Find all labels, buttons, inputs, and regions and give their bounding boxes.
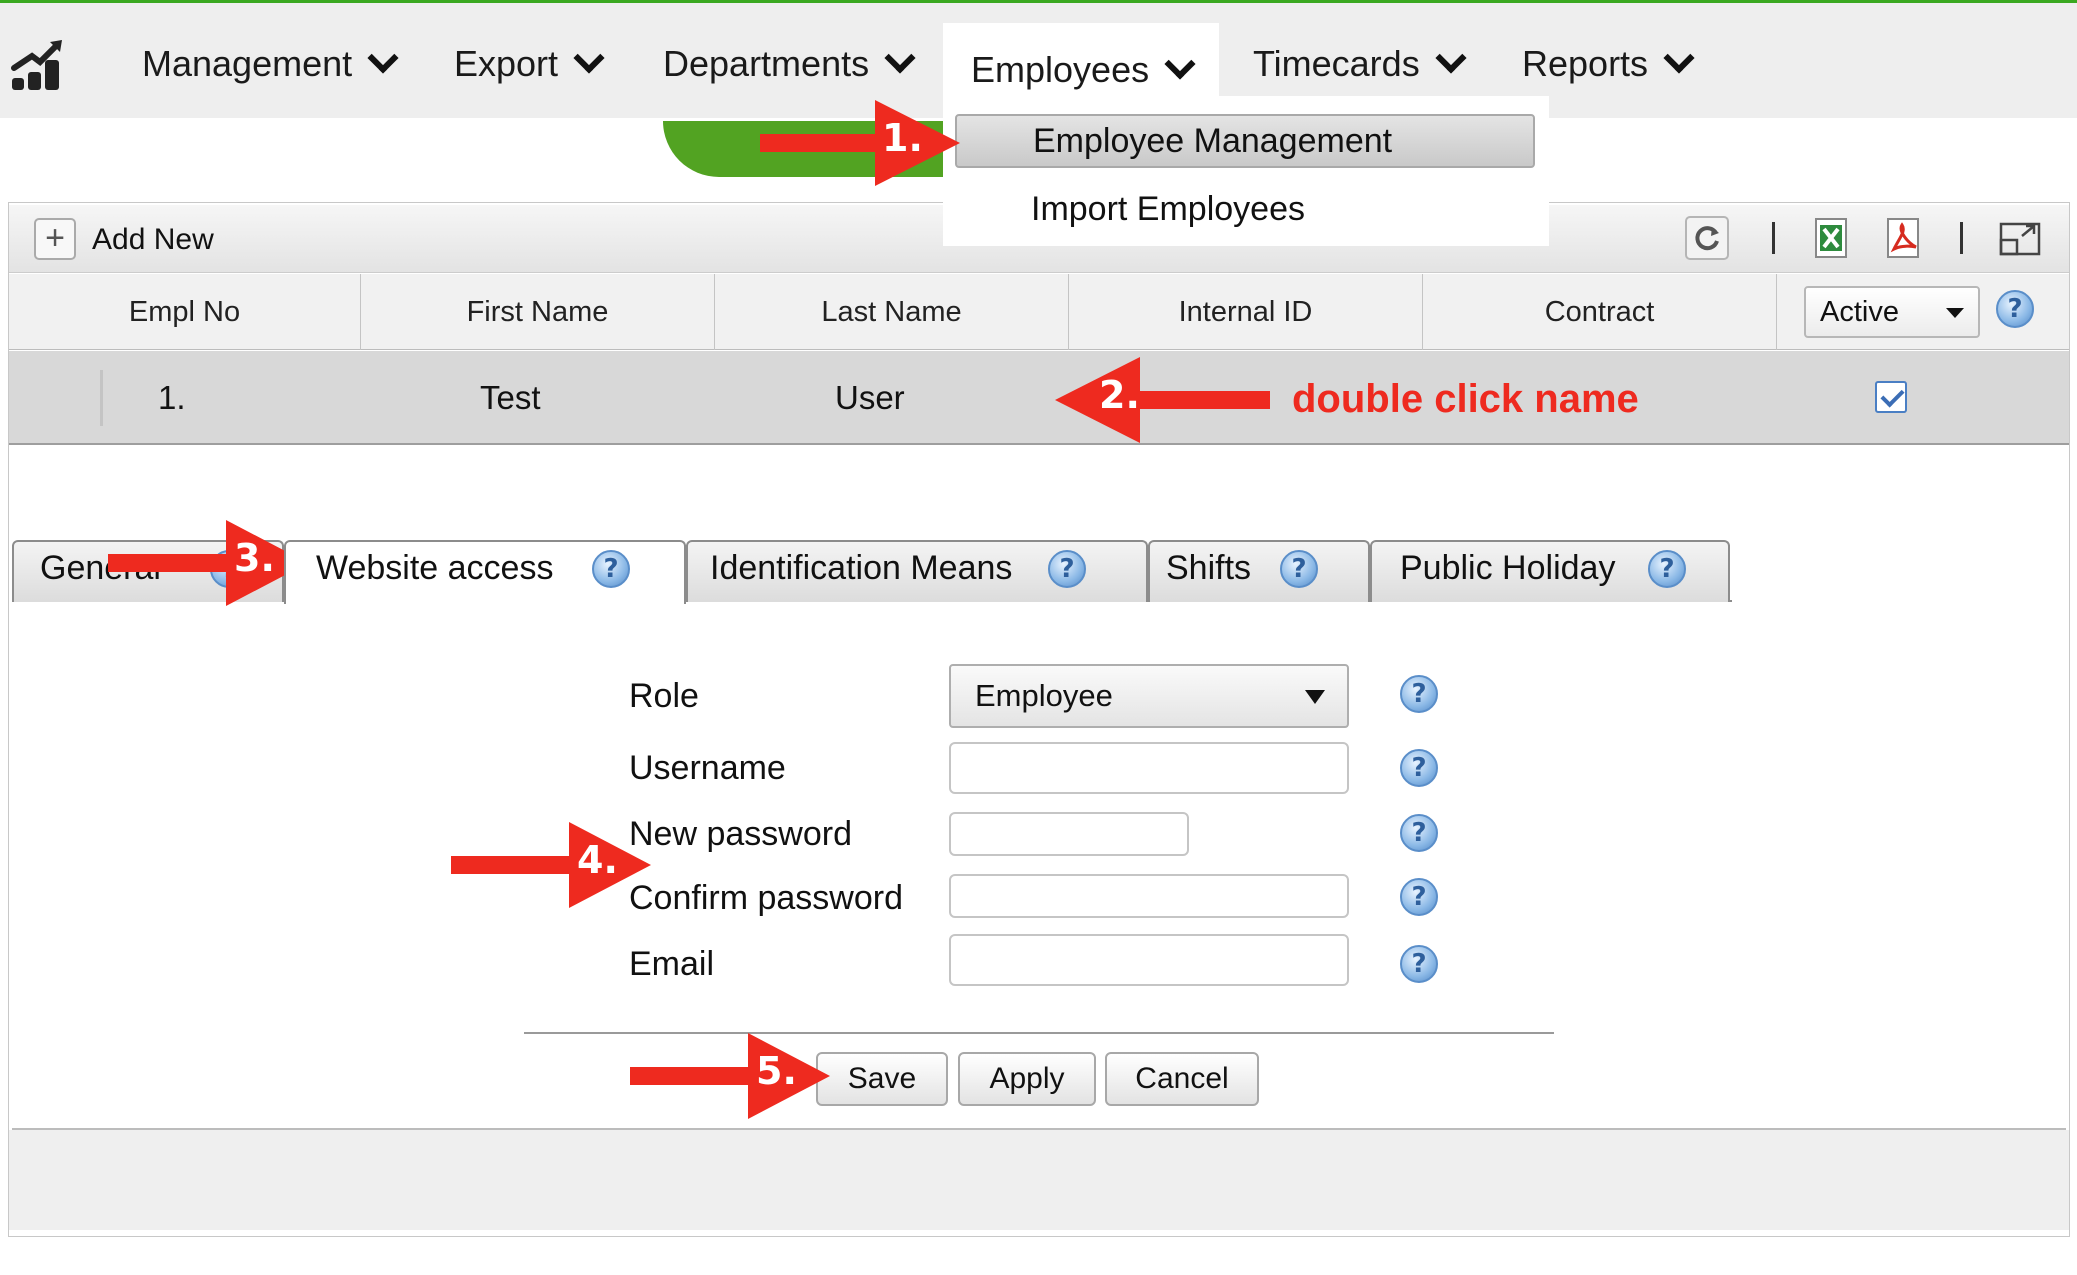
help-icon[interactable]: ? [1400,749,1438,787]
annotation-number: 1. [882,116,923,160]
chevron-down-icon [1663,42,1695,74]
role-label: Role [629,677,699,715]
help-icon[interactable]: ? [1400,878,1438,916]
add-icon[interactable]: + [34,218,76,260]
active-filter-select[interactable]: Active [1804,286,1980,338]
cell-last-name[interactable]: User [835,351,905,445]
panel-footer [9,1130,2069,1230]
active-checkbox[interactable] [1875,381,1907,413]
chevron-down-icon [884,42,916,74]
annotation-number: 3. [234,536,275,580]
nav-management[interactable]: Management [142,24,399,104]
save-button[interactable]: Save [816,1052,948,1106]
tab-website-access[interactable]: Website access? [284,540,686,604]
nav-label: Timecards [1253,43,1420,84]
tab-shifts[interactable]: Shifts? [1148,540,1370,602]
annotation-number: 5. [756,1049,797,1093]
toolbar-separator [1960,222,1963,254]
table-row[interactable] [9,351,2069,445]
annotation-arrow-3: 3. [108,520,308,606]
column-header-last-name[interactable]: Last Name [715,274,1069,350]
nav-label: Reports [1522,43,1649,84]
new-password-label: New password [629,815,852,853]
refresh-icon[interactable] [1685,216,1729,260]
help-icon[interactable]: ? [1280,550,1318,588]
tab-identification-means[interactable]: Identification Means? [686,540,1148,602]
column-header-internal-id[interactable]: Internal ID [1069,274,1423,350]
chevron-down-icon [367,42,399,74]
chevron-down-icon [573,42,605,74]
annotation-arrow-2: 2. [1055,357,1270,443]
column-header-first-name[interactable]: First Name [361,274,715,350]
nav-label: Export [454,43,559,84]
annotation-number: 2. [1099,373,1140,417]
tab-label: Identification Means [710,549,1013,587]
menu-item-employee-management[interactable]: Employee Management [955,114,1535,168]
cell-first-name[interactable]: Test [480,351,541,445]
confirm-password-input[interactable] [949,874,1349,918]
cell-empl-no: 1. [158,379,186,416]
menu-item-import-employees[interactable]: Import Employees [1031,184,1305,234]
toolbar-separator [1772,222,1775,254]
app-logo-icon[interactable] [10,38,68,94]
tab-public-holiday[interactable]: Public Holiday? [1370,540,1730,602]
expand-icon[interactable] [1998,216,2042,260]
help-icon[interactable]: ? [1400,945,1438,983]
annotation-arrow-1: 1. [760,100,960,186]
chevron-down-icon [1435,42,1467,74]
help-icon[interactable]: ? [1400,814,1438,852]
excel-export-icon[interactable] [1810,216,1854,260]
help-icon[interactable]: ? [1400,675,1438,713]
help-icon[interactable]: ? [1648,550,1686,588]
active-filter-value: Active [1820,296,1899,328]
nav-label: Departments [663,43,870,84]
cancel-button[interactable]: Cancel [1105,1052,1259,1106]
apply-button[interactable]: Apply [958,1052,1096,1106]
username-input[interactable] [949,742,1349,794]
tab-label: Shifts [1166,549,1252,587]
dropdown-arrow-icon [1305,690,1325,704]
nav-export[interactable]: Export [454,24,605,104]
role-select[interactable]: Employee [949,664,1349,728]
help-icon[interactable]: ? [592,550,630,588]
nav-reports[interactable]: Reports [1522,24,1695,104]
row-drag-handle [100,370,103,426]
role-value: Employee [975,678,1113,713]
annotation-arrow-5: 5. [630,1033,830,1119]
tab-label: Public Holiday [1400,549,1616,587]
nav-label: Management [142,43,353,84]
nav-label: Employees [971,49,1150,90]
add-new-button[interactable]: Add New [92,220,214,260]
column-header-empl-no[interactable]: Empl No [9,274,361,350]
tab-label: Website access [316,549,554,587]
username-label: Username [629,749,786,787]
help-icon[interactable]: ? [1048,550,1086,588]
help-icon[interactable]: ? [1996,290,2034,328]
confirm-password-label: Confirm password [629,879,903,917]
column-header-contract[interactable]: Contract [1423,274,1777,350]
annotation-arrow-4: 4. [451,822,651,908]
annotation-instruction: double click name [1292,377,1639,421]
new-password-input[interactable] [949,812,1189,856]
dropdown-arrow-icon [1946,308,1964,318]
nav-timecards[interactable]: Timecards [1253,24,1467,104]
email-label: Email [629,945,715,983]
pdf-export-icon[interactable] [1882,216,1926,260]
chevron-down-icon [1164,48,1196,80]
email-input[interactable] [949,934,1349,986]
nav-departments[interactable]: Departments [663,24,916,104]
annotation-number: 4. [577,838,618,882]
